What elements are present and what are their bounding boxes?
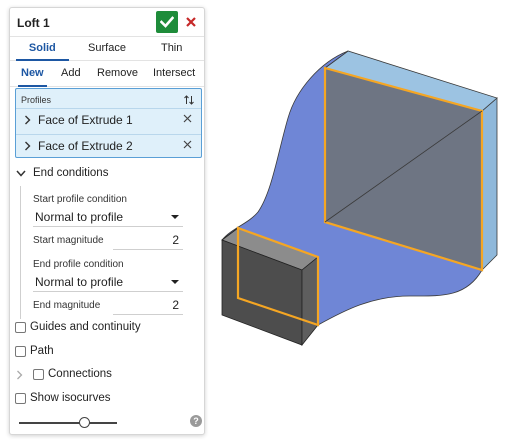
operation-tabs: New Add Remove Intersect — [10, 61, 204, 87]
tab-surface[interactable]: Surface — [75, 37, 140, 60]
chevron-down-icon — [16, 170, 26, 177]
path-checkbox[interactable]: Path — [15, 345, 195, 361]
end-profile-condition-label: End profile condition — [33, 259, 124, 270]
end-magnitude-field: End magnitude 2 — [33, 295, 183, 315]
show-isocurves-checkbox[interactable]: Show isocurves — [15, 392, 195, 408]
connections-label: Connections — [48, 368, 112, 380]
accept-button[interactable] — [156, 11, 178, 33]
profile-item[interactable]: Face of Extrude 1 — [16, 108, 201, 130]
profiles-selection-box[interactable]: Profiles Face of Extrude 1 Face of Extru… — [15, 88, 202, 158]
tab-remove[interactable]: Remove — [97, 61, 138, 85]
remove-icon[interactable] — [183, 140, 192, 149]
guides-and-continuity-checkbox[interactable]: Guides and continuity — [15, 321, 195, 337]
remove-icon[interactable] — [183, 114, 192, 123]
guides-and-continuity-label: Guides and continuity — [30, 321, 141, 333]
large-box-right-face — [481, 97, 498, 271]
end-conditions-label: End conditions — [33, 167, 109, 179]
cancel-button[interactable] — [182, 11, 200, 33]
end-profile-condition-dropdown[interactable]: Normal to profile — [33, 272, 183, 292]
profile-item-label: Face of Extrude 1 — [38, 113, 133, 127]
start-magnitude-input[interactable]: 2 — [113, 230, 183, 250]
caret-down-icon — [171, 215, 179, 219]
start-magnitude-label: Start magnitude — [33, 235, 104, 246]
start-profile-condition-label: Start profile condition — [33, 194, 127, 205]
end-profile-condition-value: Normal to profile — [35, 275, 124, 289]
path-label: Path — [30, 345, 54, 357]
checkmark-icon — [160, 16, 174, 28]
chevron-right-icon[interactable] — [24, 115, 31, 125]
isocurve-density-slider-handle[interactable] — [79, 417, 91, 428]
connections-row[interactable]: Connections — [16, 368, 196, 384]
loft-feature-dialog: Loft 1 Solid Surface Thin New Add Remove… — [9, 7, 205, 435]
checkbox-box[interactable] — [33, 369, 44, 380]
connections-checkbox[interactable]: Connections — [33, 368, 183, 384]
end-magnitude-value: 2 — [172, 298, 179, 312]
start-profile-condition-dropdown[interactable]: Normal to profile — [33, 207, 183, 227]
profiles-label: Profiles — [21, 95, 52, 105]
close-icon — [186, 17, 196, 27]
body-type-tabs: Solid Surface Thin — [10, 36, 204, 61]
chevron-right-icon[interactable] — [16, 370, 23, 380]
chevron-right-icon[interactable] — [24, 141, 31, 151]
start-magnitude-field: Start magnitude 2 — [33, 230, 183, 250]
start-profile-condition-value: Normal to profile — [35, 210, 124, 224]
profile-item-label: Face of Extrude 2 — [38, 139, 133, 153]
end-magnitude-input[interactable]: 2 — [113, 295, 183, 315]
tab-thin[interactable]: Thin — [139, 37, 204, 60]
isocurve-density-slider-track[interactable] — [19, 422, 117, 424]
checkbox-box[interactable] — [15, 393, 26, 404]
checkbox-box[interactable] — [15, 322, 26, 333]
show-isocurves-label: Show isocurves — [30, 392, 111, 404]
dialog-header: Loft 1 — [10, 8, 204, 36]
tab-intersect[interactable]: Intersect — [153, 61, 195, 85]
tab-add[interactable]: Add — [61, 61, 81, 85]
end-magnitude-label: End magnitude — [33, 300, 101, 311]
caret-down-icon — [171, 280, 179, 284]
section-divider — [20, 186, 21, 319]
checkbox-box[interactable] — [15, 346, 26, 357]
tab-new[interactable]: New — [18, 61, 47, 87]
small-box-right-face — [301, 256, 319, 347]
tab-solid[interactable]: Solid — [10, 37, 75, 61]
end-conditions-header[interactable]: End conditions — [16, 167, 196, 183]
help-icon[interactable]: ? — [190, 415, 202, 427]
reorder-icon[interactable] — [183, 94, 195, 106]
dialog-title: Loft 1 — [17, 16, 50, 30]
start-magnitude-value: 2 — [172, 233, 179, 247]
profile-item[interactable]: Face of Extrude 2 — [16, 134, 201, 156]
